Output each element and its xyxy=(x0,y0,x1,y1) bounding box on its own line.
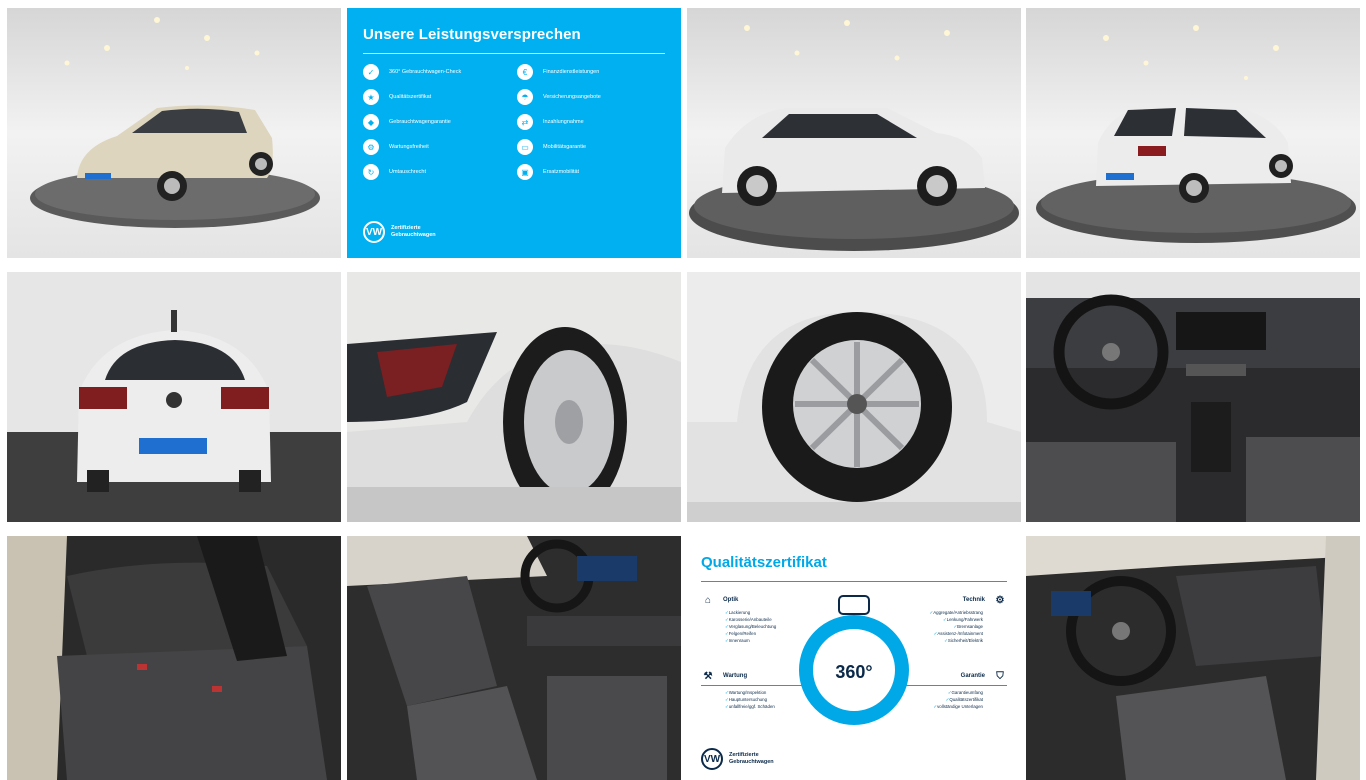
trade-in-icon: ⇄ xyxy=(517,114,533,130)
driver-area-photo xyxy=(1026,536,1360,780)
promise-item: € Finanzdienstleistungen xyxy=(517,64,665,80)
car-icon: ▭ xyxy=(517,139,533,155)
exchange-icon: ↻ xyxy=(363,164,379,180)
promise-item: ◆ Gebrauchtwagengarantie xyxy=(363,114,511,130)
certificate-icon: ★ xyxy=(363,89,379,105)
service-promise-tile[interactable]: Unsere Leistungsversprechen ✓ 360° Gebrau… xyxy=(347,8,681,258)
shield-icon: ◆ xyxy=(363,114,379,130)
replacement-car-icon: ▣ xyxy=(517,164,533,180)
quality-certificate-tile[interactable]: Qualitätszertifikat ⌂Optik Lackierung Ka… xyxy=(687,536,1021,780)
promise-item: ↻ Umtauschrecht xyxy=(363,164,511,180)
photo-gallery: Unsere Leistungsversprechen ✓ 360° Gebrau… xyxy=(0,0,1366,780)
section-optik: ⌂Optik Lackierung Karosserie/Anbauteile … xyxy=(701,594,809,644)
promise-item: ☂ Versicherungsangebote xyxy=(517,89,665,105)
front-seats-photo xyxy=(347,536,681,780)
photo-tile-wheel[interactable] xyxy=(687,272,1021,522)
photo-tile-exterior-rear[interactable] xyxy=(1026,8,1360,258)
photo-tile-exterior-front[interactable] xyxy=(7,8,341,258)
photo-tile-cockpit[interactable] xyxy=(1026,272,1360,522)
check-circle-icon: ✓ xyxy=(363,64,379,80)
promise-item: ⇄ Inzahlungnahme xyxy=(517,114,665,130)
divider xyxy=(701,581,1007,582)
car-front-icon: ⌂ xyxy=(704,594,712,606)
promise-item: ✓ 360° Gebrauchtwagen-Check xyxy=(363,64,511,80)
headlight-wheel-photo xyxy=(347,272,681,522)
photo-tile-driver-area[interactable] xyxy=(1026,536,1360,780)
photo-tile-front-seats[interactable] xyxy=(347,536,681,780)
vw-logo-icon: VW xyxy=(701,748,723,770)
promise-item: ★ Qualitätszertifikat xyxy=(363,89,511,105)
certified-badge: VW Zertifizierte Gebrauchtwagen xyxy=(701,748,774,770)
badge-line-1: Zertifizierte xyxy=(391,225,421,232)
vw-logo-icon: VW xyxy=(363,221,385,243)
shield-check-icon: ⛉ xyxy=(996,670,1004,682)
divider xyxy=(363,53,665,54)
section-wartung: ⚒Wartung Wartung/Inspektion Hauptuntersu… xyxy=(701,670,809,710)
exterior-rear-photo xyxy=(1026,8,1360,258)
badge-line-2: Gebrauchtwagen xyxy=(729,759,774,765)
exterior-side-photo xyxy=(687,8,1021,258)
wrench-icon: ⚙ xyxy=(363,139,379,155)
car-scan-icon xyxy=(838,595,870,615)
rear-view-photo xyxy=(7,272,341,522)
badge-line-2: Gebrauchtwagen xyxy=(391,232,436,238)
ring-number: 360° xyxy=(835,662,872,682)
promise-title: Unsere Leistungsversprechen xyxy=(363,26,581,43)
promise-list: ✓ 360° Gebrauchtwagen-Check € Finanzdienst… xyxy=(363,64,665,180)
promise-item: ▭ Mobilitätsgarantie xyxy=(517,139,665,155)
certificate-body: ⌂Optik Lackierung Karosserie/Anbauteile … xyxy=(701,590,1007,740)
engine-icon: ⚙ xyxy=(995,594,1005,606)
promise-item: ⚙ Wartungsfreiheit xyxy=(363,139,511,155)
photo-tile-rear-seats[interactable] xyxy=(7,536,341,780)
section-garantie: Garantie⛉ Garantieumfang Qualitätszertif… xyxy=(899,670,1007,710)
photo-tile-exterior-side[interactable] xyxy=(687,8,1021,258)
badge-line-1: Zertifizierte xyxy=(729,752,759,759)
finance-icon: € xyxy=(517,64,533,80)
section-technik: Technik⚙ Aggregate/Antriebsstrang Lenkun… xyxy=(899,594,1007,644)
rear-seats-photo xyxy=(7,536,341,780)
wheel-cover-photo xyxy=(687,272,1021,522)
promise-item: ▣ Ersatzmobilität xyxy=(517,164,665,180)
photo-tile-headlight[interactable] xyxy=(347,272,681,522)
cockpit-photo xyxy=(1026,272,1360,522)
insurance-icon: ☂ xyxy=(517,89,533,105)
check-360-ring: 360° Gebrauchtwagen-Check xyxy=(799,595,909,725)
certificate-title: Qualitätszertifikat xyxy=(701,554,827,571)
service-icon: ⚒ xyxy=(703,670,713,682)
photo-tile-rear[interactable] xyxy=(7,272,341,522)
certified-badge: VW Zertifizierte Gebrauchtwagen xyxy=(363,221,436,243)
exterior-front-photo xyxy=(7,8,341,258)
